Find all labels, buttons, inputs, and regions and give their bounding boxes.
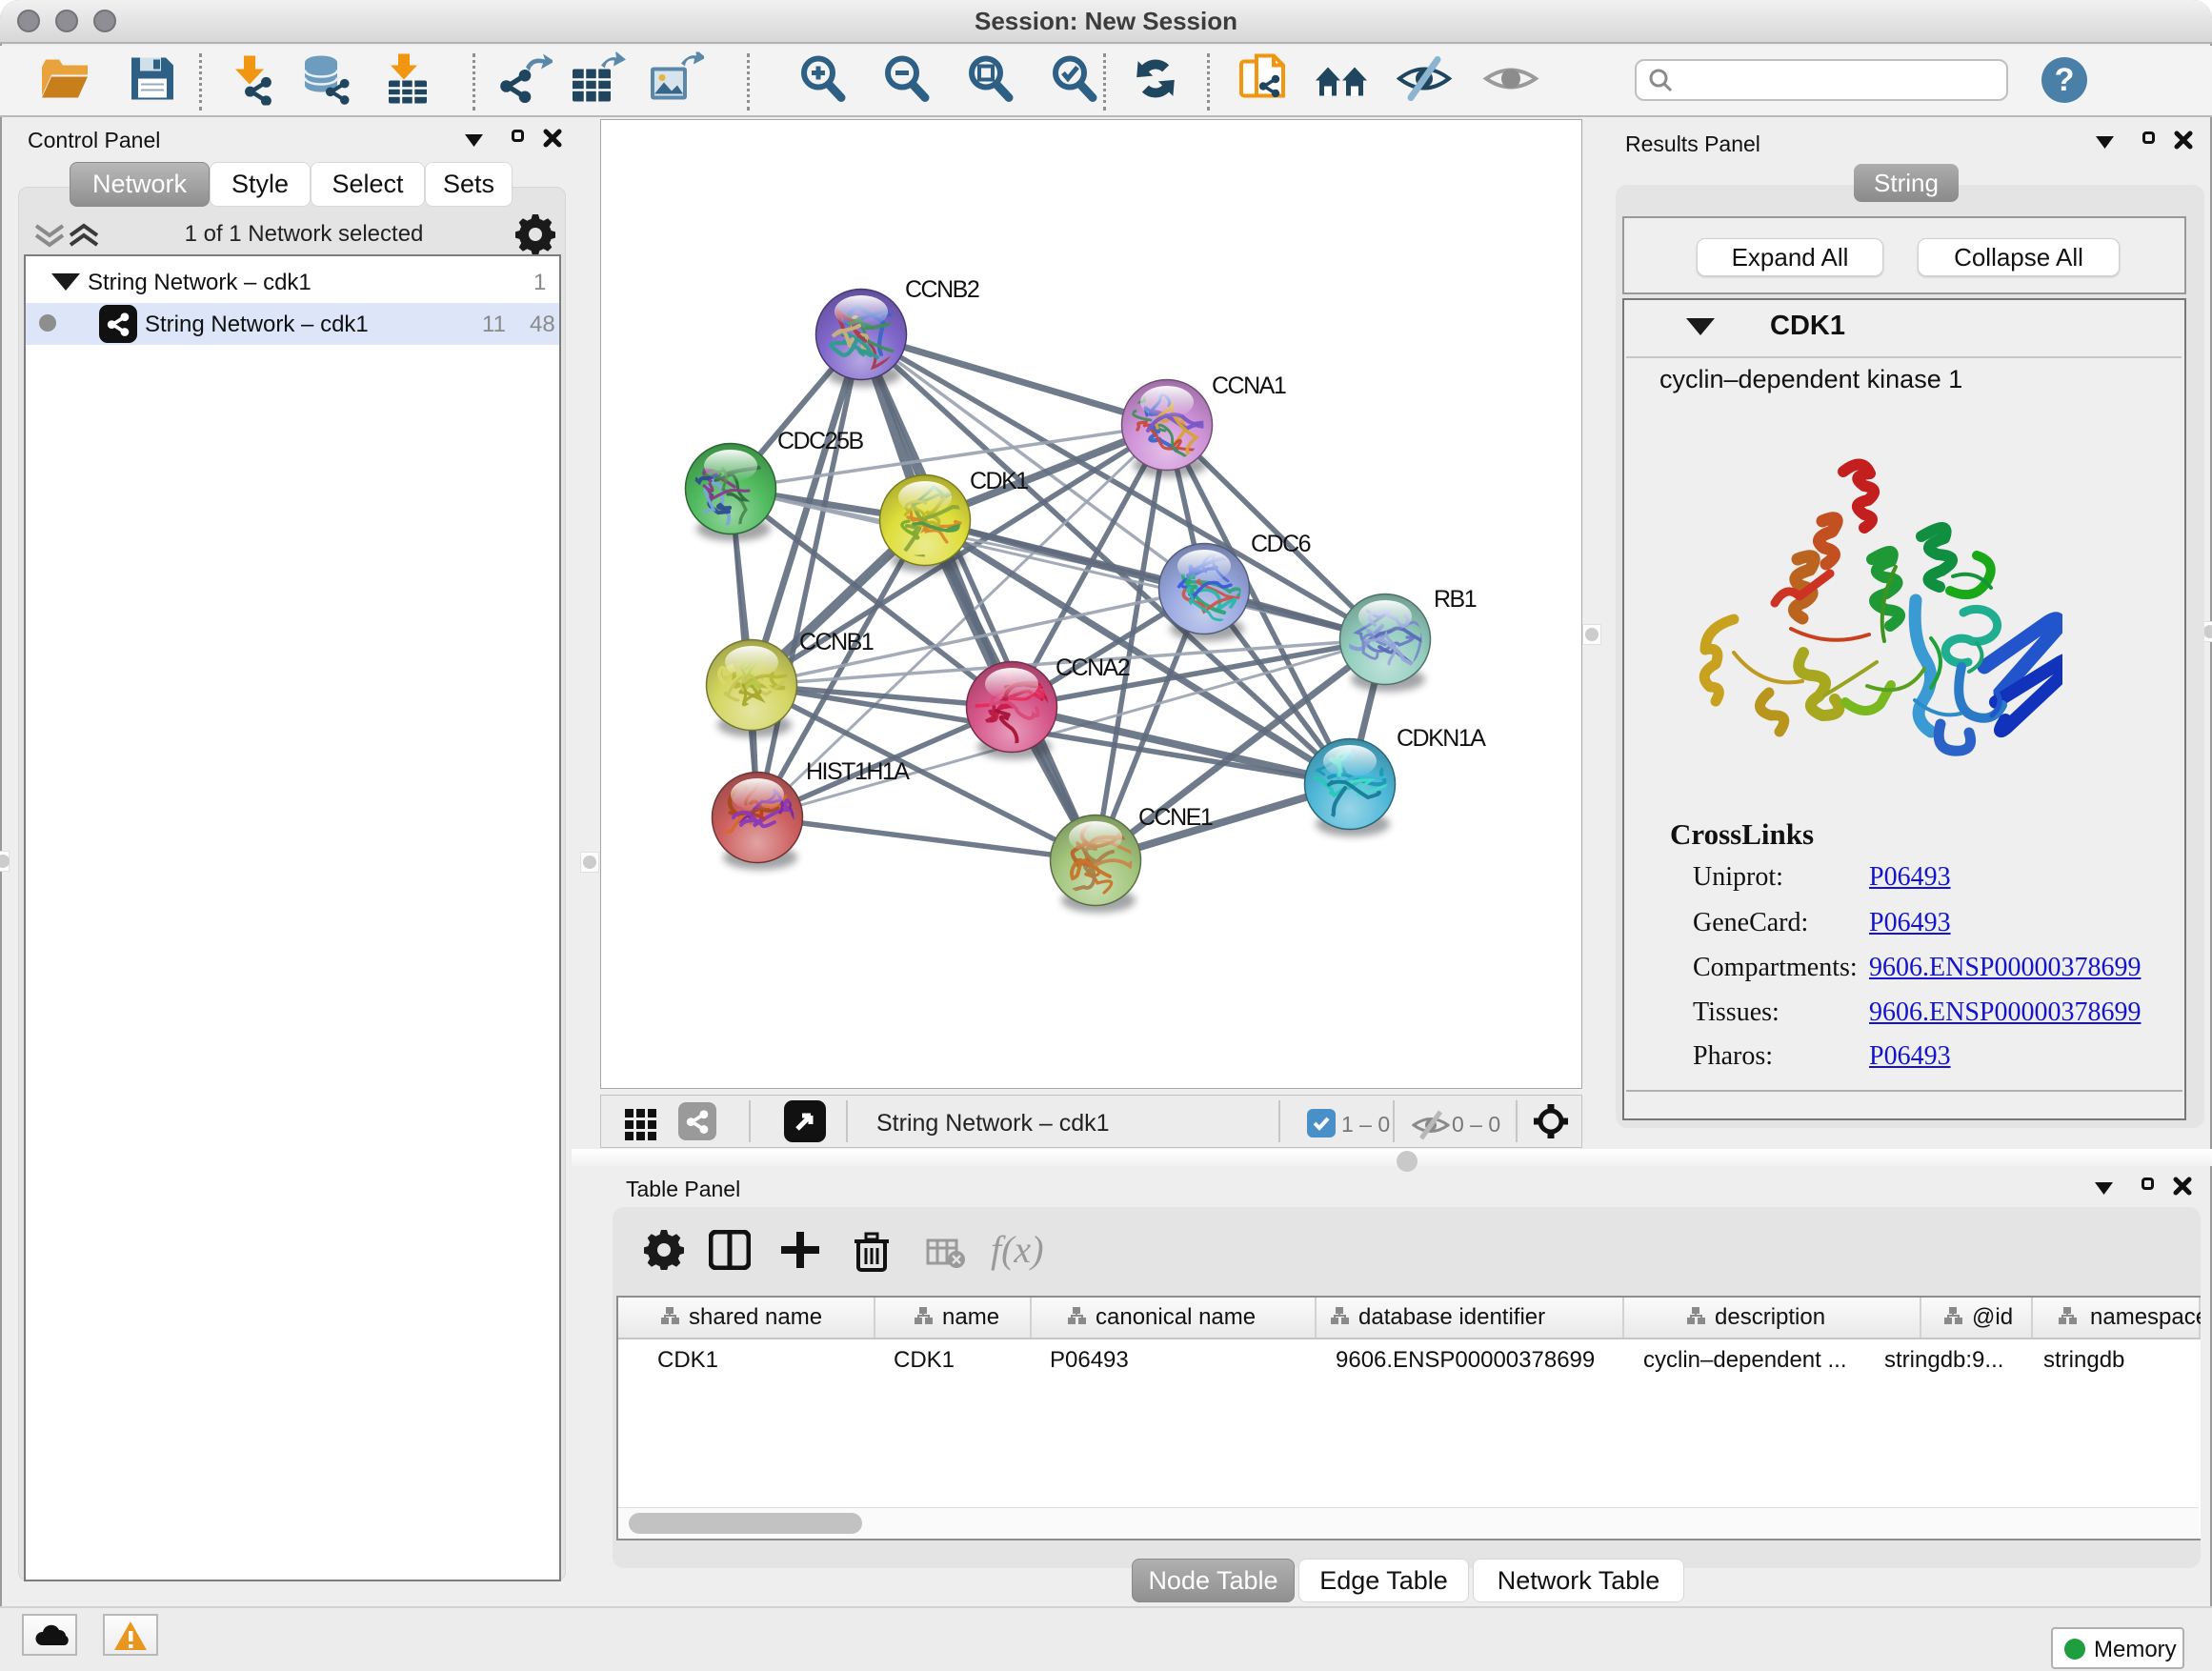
svg-text:CCNB2: CCNB2 [905,276,979,303]
svg-text:CCNA1: CCNA1 [1212,372,1286,399]
svg-text:CCNE1: CCNE1 [1138,804,1213,831]
svg-text:CDKN1A: CDKN1A [1397,725,1486,752]
svg-text:CDC6: CDC6 [1251,531,1311,557]
svg-text:CDC25B: CDC25B [777,428,863,454]
svg-text:CCNB1: CCNB1 [799,629,874,655]
svg-text:RB1: RB1 [1434,586,1477,613]
svg-text:HIST1H1A: HIST1H1A [806,758,910,785]
svg-text:CDK1: CDK1 [970,468,1028,494]
svg-text:CCNA2: CCNA2 [1056,654,1130,681]
